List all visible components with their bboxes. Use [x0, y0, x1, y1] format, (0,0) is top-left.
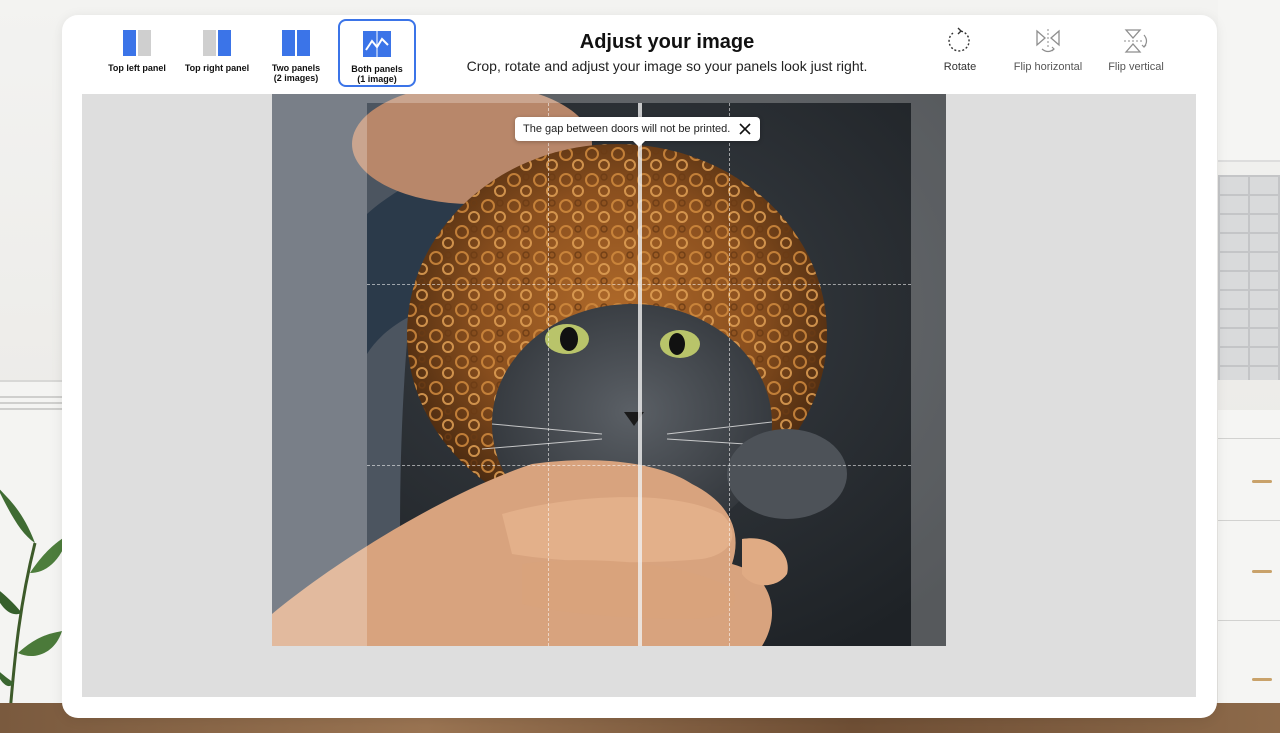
grid-line-vertical — [548, 103, 549, 646]
outside-crop-overlay-left — [272, 94, 367, 646]
tooltip-caret — [633, 141, 645, 147]
top-left-panel-icon — [123, 30, 151, 56]
tooltip-close-button[interactable] — [738, 122, 752, 136]
plant-decoration — [0, 489, 70, 713]
image-frame[interactable]: The gap between doors will not be printe… — [272, 94, 946, 646]
door-gap-indicator — [638, 103, 642, 646]
outside-crop-overlay-top — [367, 94, 911, 103]
toolbar: Top left panel Top right panel Two panel… — [62, 15, 1217, 95]
rotate-button[interactable]: Rotate — [915, 27, 1005, 73]
both-panels-image-icon — [363, 31, 391, 57]
two-panels-icon — [282, 30, 310, 56]
layout-label: Top left panel — [108, 63, 166, 73]
crop-area[interactable] — [367, 103, 911, 646]
header: Adjust your image Crop, rotate and adjus… — [412, 31, 922, 74]
background-upper-cabinet — [1218, 0, 1280, 162]
adjust-image-dialog: Top left panel Top right panel Two panel… — [62, 15, 1217, 718]
page-subtitle: Crop, rotate and adjust your image so yo… — [466, 58, 868, 74]
flip-horizontal-button[interactable]: Flip horizontal — [1003, 27, 1093, 73]
layout-label: Two panels (2 images) — [271, 63, 321, 83]
image-editor-canvas[interactable]: The gap between doors will not be printe… — [82, 94, 1196, 697]
tooltip-text: The gap between doors will not be printe… — [523, 123, 731, 135]
grid-line-vertical — [729, 103, 730, 646]
flip-vertical-icon — [1124, 29, 1148, 53]
flip-vertical-label: Flip vertical — [1108, 61, 1164, 73]
background-right-cabinet — [1218, 410, 1280, 710]
page-title: Adjust your image — [579, 31, 755, 53]
layout-label: Top right panel — [184, 63, 250, 73]
layout-label: Both panels (1 image) — [351, 64, 403, 84]
layout-two-panels[interactable]: Two panels (2 images) — [258, 20, 334, 86]
layout-top-left-panel[interactable]: Top left panel — [99, 20, 175, 86]
rotate-label: Rotate — [943, 61, 977, 73]
rotate-icon — [948, 27, 970, 52]
background-tiles — [1218, 175, 1280, 380]
layout-both-panels[interactable]: Both panels (1 image) — [338, 19, 416, 87]
flip-horizontal-icon — [1036, 29, 1060, 53]
door-gap-tooltip: The gap between doors will not be printe… — [515, 117, 761, 147]
layout-top-right-panel[interactable]: Top right panel — [179, 20, 255, 86]
flip-vertical-button[interactable]: Flip vertical — [1091, 27, 1181, 73]
flip-horizontal-label: Flip horizontal — [1013, 61, 1083, 73]
close-icon — [739, 123, 751, 135]
top-right-panel-icon — [203, 30, 231, 56]
outside-crop-overlay-right — [911, 94, 946, 646]
